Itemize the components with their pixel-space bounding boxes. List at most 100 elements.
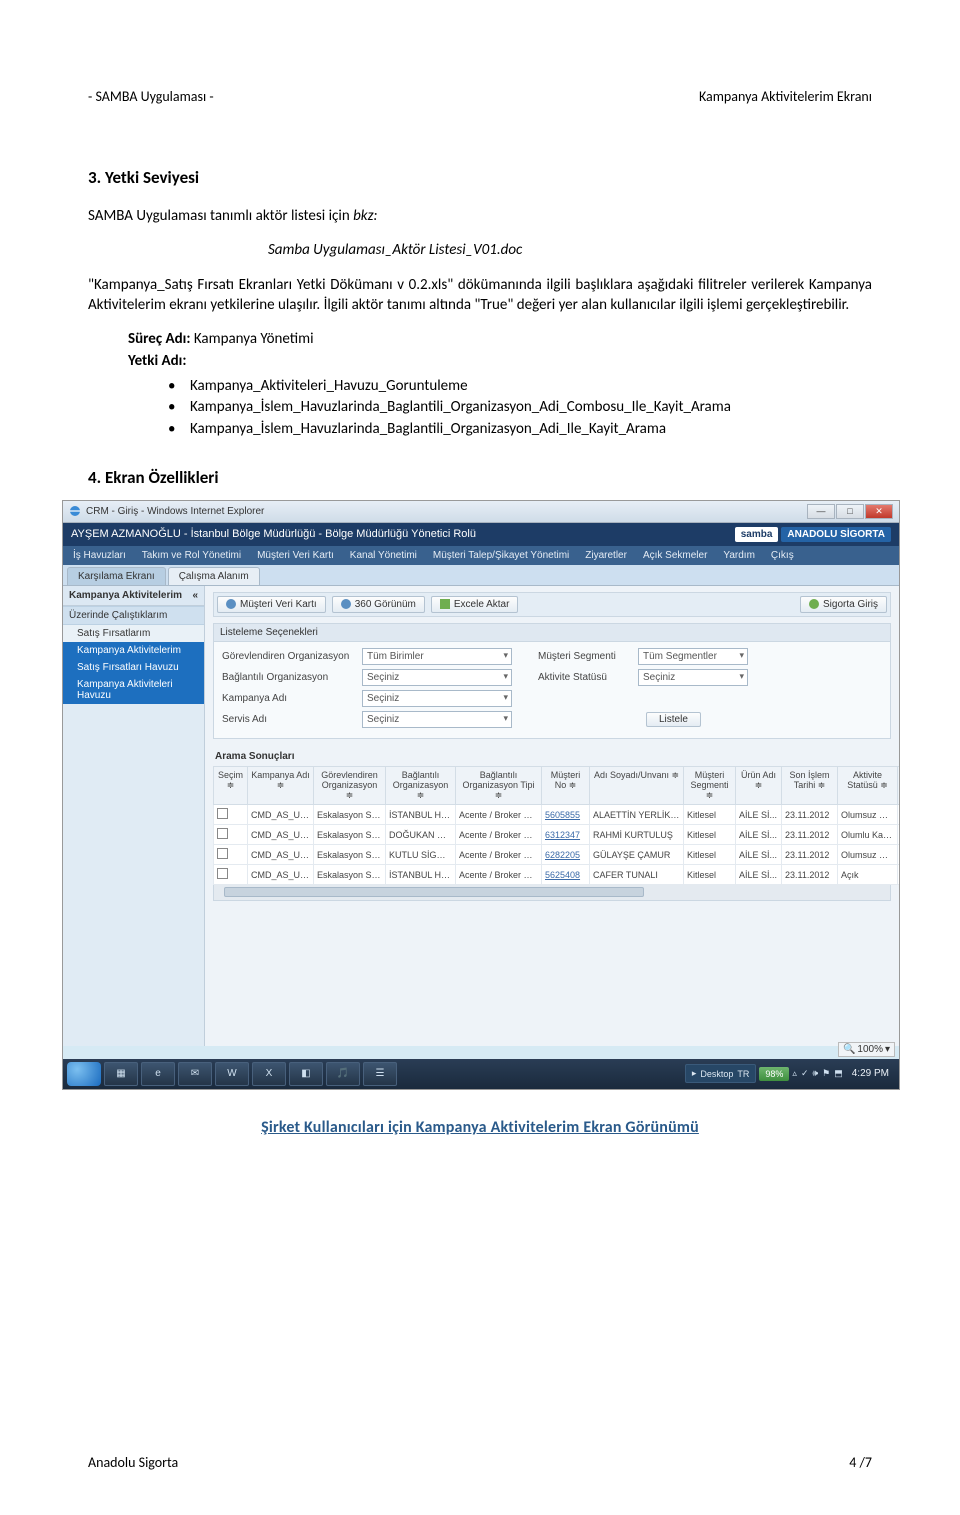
menu-is-havuzlari[interactable]: İş Havuzları bbox=[71, 546, 128, 565]
row-checkbox[interactable] bbox=[217, 848, 228, 859]
table-row[interactable]: CMD_AS_UAT...Eskalasyon Sür...DOĞUKAN Sİ… bbox=[214, 825, 900, 845]
sidebar-item-satis-firsatlari-havuzu[interactable]: Satış Fırsatları Havuzu bbox=[63, 659, 204, 676]
lab-servis-adi: Servis Adı bbox=[222, 714, 354, 725]
tray-icon[interactable]: 🕪 bbox=[812, 1068, 818, 1079]
menu-cikis[interactable]: Çıkış bbox=[769, 546, 796, 565]
tray-icon[interactable]: ▵ bbox=[792, 1068, 797, 1079]
btn-excele-aktar[interactable]: Excele Aktar bbox=[431, 596, 519, 613]
card-icon bbox=[226, 599, 236, 609]
tab-calisma-alanim[interactable]: Çalışma Alanım bbox=[168, 567, 260, 585]
ie-icon bbox=[69, 505, 81, 517]
window-title: CRM - Giriş - Windows Internet Explorer bbox=[86, 506, 264, 517]
start-orb-icon[interactable] bbox=[67, 1062, 101, 1086]
sel-musteri-segmenti[interactable]: Tüm Segmentler bbox=[638, 648, 748, 665]
app-header-bar: AYŞEM AZMANOĞLU - İstanbul Bölge Müdürlü… bbox=[63, 523, 899, 546]
menu-kanal[interactable]: Kanal Yönetimi bbox=[348, 546, 419, 565]
sel-servis-adi[interactable]: Seçiniz bbox=[362, 711, 512, 728]
zoom-indicator[interactable]: 🔍 100% ▾ bbox=[838, 1042, 895, 1057]
menu-acik-sekmeler[interactable]: Açık Sekmeler bbox=[641, 546, 709, 565]
anadolu-logo: ANADOLU SİGORTA bbox=[781, 527, 891, 542]
sidebar-item-satis-firsatlarim[interactable]: Satış Fırsatlarım bbox=[63, 625, 204, 642]
col-musteri-segmenti[interactable]: Müşteri Segmenti ≑ bbox=[684, 766, 736, 805]
filter-panel: Listeleme Seçenekleri Görevlendiren Orga… bbox=[213, 623, 891, 739]
sec3-doc-ref: Samba Uygulaması_Aktör Listesi_V01.doc bbox=[268, 240, 872, 260]
surec-label: Süreç Adı: bbox=[128, 330, 194, 348]
lab-gorevlendiren: Görevlendiren Organizasyon bbox=[222, 651, 354, 662]
taskbar-app-3[interactable]: ✉ bbox=[178, 1062, 212, 1086]
taskbar-app-6[interactable]: ◧ bbox=[289, 1062, 323, 1086]
toolbar: Müşteri Veri Kartı 360 Görünüm Excele Ak… bbox=[213, 592, 891, 617]
row-checkbox[interactable] bbox=[217, 828, 228, 839]
menu-musteri-veri[interactable]: Müşteri Veri Kartı bbox=[255, 546, 336, 565]
taskbar-app-2[interactable]: e bbox=[141, 1062, 175, 1086]
maximize-button[interactable]: □ bbox=[836, 504, 864, 519]
footer-right: 4 /7 bbox=[849, 1454, 872, 1471]
user-role-info: AYŞEM AZMANOĞLU - İstanbul Bölge Müdürlü… bbox=[71, 528, 476, 540]
sel-kampanya-adi[interactable]: Seçiniz bbox=[362, 690, 512, 707]
lab-musteri-segmenti: Müşteri Segmenti bbox=[538, 651, 630, 662]
lab-aktivite-statusu: Aktivite Statüsü bbox=[538, 672, 630, 683]
sel-aktivite-statusu[interactable]: Seçiniz bbox=[638, 669, 748, 686]
col-baglantili-tipi[interactable]: Bağlantılı Organizasyon Tipi ≑ bbox=[456, 766, 542, 805]
menu-takim-rol[interactable]: Takım ve Rol Yönetimi bbox=[140, 546, 243, 565]
taskbar-app-7[interactable]: 🎵 bbox=[326, 1062, 360, 1086]
col-secim[interactable]: Seçim ≑ bbox=[214, 766, 248, 805]
excel-icon bbox=[440, 599, 450, 609]
taskbar-clock[interactable]: 4:29 PM bbox=[846, 1068, 895, 1079]
section-3-heading: 3. Yetki Seviyesi bbox=[88, 167, 872, 188]
system-tray[interactable]: ▵ ✓ 🕪 ⚑ ⬒ bbox=[792, 1068, 842, 1079]
taskbar-app-8[interactable]: ☰ bbox=[363, 1062, 397, 1086]
col-son-islem[interactable]: Son İşlem Tarihi ≑ bbox=[782, 766, 838, 805]
close-button[interactable]: ✕ bbox=[865, 504, 893, 519]
btn-listele[interactable]: Listele bbox=[646, 712, 701, 727]
sel-baglantili[interactable]: Seçiniz bbox=[362, 669, 512, 686]
col-baglantili[interactable]: Bağlantılı Organizasyon ≑ bbox=[386, 766, 456, 805]
grid-horizontal-scrollbar[interactable] bbox=[213, 885, 891, 901]
musteri-no-link[interactable]: 6312347 bbox=[545, 830, 580, 840]
sidebar-item-kampanya-aktiviteleri-havuzu[interactable]: Kampanya Aktiviteleri Havuzu bbox=[63, 676, 204, 704]
show-desktop[interactable]: ▸DesktopTR bbox=[685, 1064, 757, 1083]
minimize-button[interactable]: — bbox=[807, 504, 835, 519]
sub-tabs: Karşılama Ekranı Çalışma Alanım bbox=[63, 565, 899, 586]
taskbar-app-1[interactable]: ▦ bbox=[104, 1062, 138, 1086]
screenshot-container: CRM - Giriş - Windows Internet Explorer … bbox=[62, 500, 900, 1090]
musteri-no-link[interactable]: 5625408 bbox=[545, 870, 580, 880]
btn-360-gorunum[interactable]: 360 Görünüm bbox=[332, 596, 425, 613]
table-row[interactable]: CMD_AS_UAT...Eskalasyon Sür...İSTANBUL H… bbox=[214, 865, 900, 885]
table-row[interactable]: CMD_AS_UAT...Eskalasyon Sür...İSTANBUL H… bbox=[214, 805, 900, 825]
col-urun-adi[interactable]: Ürün Adı ≑ bbox=[736, 766, 782, 805]
col-adi-soyadi[interactable]: Adı Soyadı/Unvanı ≑ bbox=[590, 766, 684, 805]
tab-karsilama[interactable]: Karşılama Ekranı bbox=[67, 567, 166, 585]
results-heading: Arama Sonuçları bbox=[213, 747, 891, 766]
windows-taskbar: ▦ e ✉ W X ◧ 🎵 ☰ ▸DesktopTR 98% ▵ ✓ 🕪 ⚑ ⬒… bbox=[63, 1059, 899, 1089]
col-gorevlendiren[interactable]: Görevlendiren Organizasyon ≑ bbox=[314, 766, 386, 805]
musteri-no-link[interactable]: 6282205 bbox=[545, 850, 580, 860]
tray-icon[interactable]: ⚑ bbox=[822, 1068, 830, 1079]
menu-ziyaretler[interactable]: Ziyaretler bbox=[583, 546, 629, 565]
col-musteri-no[interactable]: Müşteri No ≑ bbox=[542, 766, 590, 805]
sidebar-item-kampanya-aktivitelerim[interactable]: Kampanya Aktivitelerim bbox=[63, 642, 204, 659]
battery-percent: 98% bbox=[759, 1067, 789, 1081]
col-islem-sorumlusu[interactable]: İşlem Sorumlusu ≑ bbox=[898, 766, 900, 805]
row-checkbox[interactable] bbox=[217, 868, 228, 879]
sidebar-collapse-icon[interactable]: « bbox=[192, 590, 198, 601]
sidebar-group-uzerinde[interactable]: Üzerinde Çalıştıklarım bbox=[63, 606, 204, 625]
btn-musteri-veri-karti[interactable]: Müşteri Veri Kartı bbox=[217, 596, 326, 613]
scrollbar-thumb[interactable] bbox=[224, 887, 644, 897]
sel-gorevlendiren[interactable]: Tüm Birimler bbox=[362, 648, 512, 665]
taskbar-app-4[interactable]: W bbox=[215, 1062, 249, 1086]
main-area: Müşteri Veri Kartı 360 Görünüm Excele Ak… bbox=[205, 586, 899, 1046]
row-checkbox[interactable] bbox=[217, 808, 228, 819]
col-aktivite-statusu[interactable]: Aktivite Statüsü ≑ bbox=[838, 766, 898, 805]
tray-icon[interactable]: ✓ bbox=[801, 1068, 809, 1079]
menu-talep-sikayet[interactable]: Müşteri Talep/Şikayet Yönetimi bbox=[431, 546, 571, 565]
taskbar-app-5[interactable]: X bbox=[252, 1062, 286, 1086]
musteri-no-link[interactable]: 5605855 bbox=[545, 810, 580, 820]
menu-yardim[interactable]: Yardım bbox=[721, 546, 757, 565]
sec3-ref: bkz: bbox=[353, 207, 377, 225]
enter-icon bbox=[809, 599, 819, 609]
table-row[interactable]: CMD_AS_UAT...Eskalasyon Sür...KUTLU SİGO… bbox=[214, 845, 900, 865]
col-kampanya-adi[interactable]: Kampanya Adı ≑ bbox=[248, 766, 314, 805]
tray-icon[interactable]: ⬒ bbox=[834, 1068, 843, 1079]
btn-sigorta-giris[interactable]: Sigorta Giriş bbox=[800, 596, 887, 613]
